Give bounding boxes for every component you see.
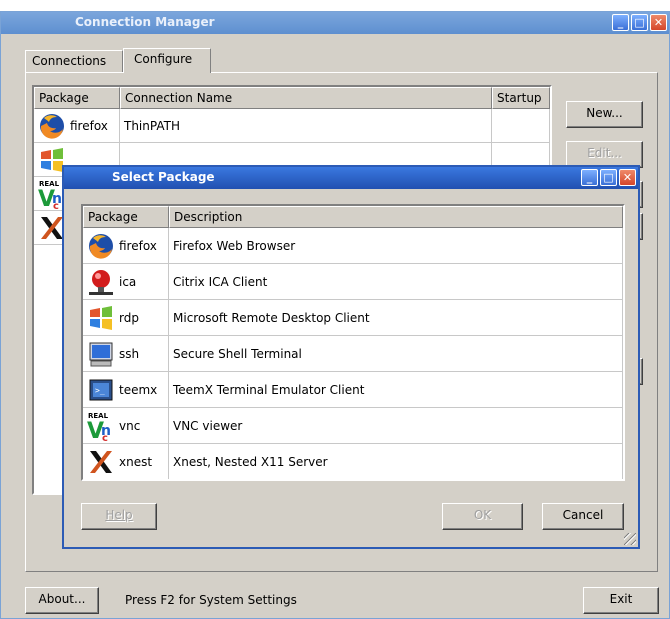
about-button-label: About... [38,592,86,606]
svg-text:c: c [53,201,59,209]
tab-connections-label: Connections [32,54,107,68]
cell-description: TeemX Terminal Emulator Client [169,372,623,407]
package-row[interactable]: ssh Secure Shell Terminal [83,336,623,372]
svg-text:c: c [102,433,108,441]
cell-package-label: ssh [119,346,140,361]
vnc-icon: REALVnc [87,412,111,441]
package-row[interactable]: firefox Firefox Web Browser [83,228,623,264]
package-row[interactable]: >_ teemx TeemX Terminal Emulator Client [83,372,623,408]
desktop: Connection Manager _ □ ✕ Connections Con… [0,0,670,619]
citrix-ica-icon [89,269,113,295]
firefox-icon [89,233,113,259]
cell-description: Firefox Web Browser [169,228,623,263]
column-header-description[interactable]: Description [169,206,623,228]
ok-button[interactable]: OK [442,503,523,530]
cancel-button[interactable]: Cancel [542,503,624,530]
package-row[interactable]: rdp Microsoft Remote Desktop Client [83,300,623,336]
cell-package-label: vnc [119,418,141,433]
windows-icon [90,305,112,330]
cell-package: ica [83,264,169,299]
terminal-monitor-icon [89,342,113,366]
minimize-icon[interactable]: _ [581,169,598,186]
tab-configure-label: Configure [134,52,193,66]
tab-configure[interactable]: Configure [123,48,211,73]
connection-row[interactable]: firefox ThinPATH [34,109,550,143]
package-row[interactable]: REAL Vn c vnc VNC viewer [83,408,623,444]
help-button-label: Help [105,508,133,522]
cell-package: firefox [34,109,120,142]
package-row[interactable]: ica Citrix ICA Client [83,264,623,300]
close-icon[interactable]: ✕ [650,14,667,31]
cell-package-label: ica [119,274,137,289]
package-list[interactable]: Package Description firefox Firefox Web … [81,204,625,481]
column-header-package[interactable]: Package [34,87,120,109]
cell-package-label: teemx [119,382,158,397]
package-row[interactable]: xnest Xnest, Nested X11 Server [83,444,623,479]
cell-description: Xnest, Nested X11 Server [169,444,623,479]
exit-button-label: Exit [609,592,633,606]
cell-package-label: xnest [119,454,153,469]
cancel-button-label: Cancel [562,508,604,522]
dialog-title: Select Package [112,170,215,184]
cell-description: Microsoft Remote Desktop Client [169,300,623,335]
help-button[interactable]: Help [81,503,157,530]
cell-package: ssh [83,336,169,371]
about-button[interactable]: About... [25,587,99,614]
ok-button-label: OK [473,508,492,522]
main-title-bar[interactable]: Connection Manager _ □ ✕ [1,12,669,34]
status-text: Press F2 for System Settings [125,593,297,607]
cell-package-label: rdp [119,310,139,325]
maximize-icon[interactable]: □ [631,14,648,31]
cell-startup [492,109,550,142]
teemx-icon: >_ [89,379,113,400]
main-window-title: Connection Manager [75,15,215,29]
cell-package: firefox [83,228,169,263]
cell-package-label: firefox [70,118,108,133]
cell-package: rdp [83,300,169,335]
edit-button[interactable]: Edit... [566,141,643,168]
cell-package: REAL Vn c vnc [83,408,169,443]
tab-connections[interactable]: Connections [25,50,123,72]
resize-grip[interactable] [624,533,636,545]
new-button[interactable]: New... [566,101,643,128]
close-icon[interactable]: ✕ [619,169,636,186]
cell-package: xnest [83,444,169,479]
exit-button[interactable]: Exit [583,587,659,614]
maximize-icon[interactable]: □ [600,169,617,186]
cell-package: >_ teemx [83,372,169,407]
minimize-icon[interactable]: _ [612,14,629,31]
edit-button-label: Edit... [587,146,622,160]
cell-connection-name: ThinPATH [120,109,492,142]
cell-description: VNC viewer [169,408,623,443]
select-package-dialog: Select Package _ □ ✕ Package Description… [62,165,640,549]
dialog-title-bar[interactable]: Select Package _ □ ✕ [64,167,638,189]
new-button-label: New... [586,106,623,120]
cell-description: Citrix ICA Client [169,264,623,299]
x-icon [90,450,112,473]
cell-description: Secure Shell Terminal [169,336,623,371]
column-header-startup[interactable]: Startup [492,87,550,109]
cell-package-label: firefox [119,238,157,253]
column-header-connection-name[interactable]: Connection Name [120,87,492,109]
status-bar: About... Press F2 for System Settings Ex… [1,587,669,619]
column-header-package[interactable]: Package [83,206,169,228]
svg-text:>_: >_ [95,386,105,395]
firefox-icon [40,113,64,139]
